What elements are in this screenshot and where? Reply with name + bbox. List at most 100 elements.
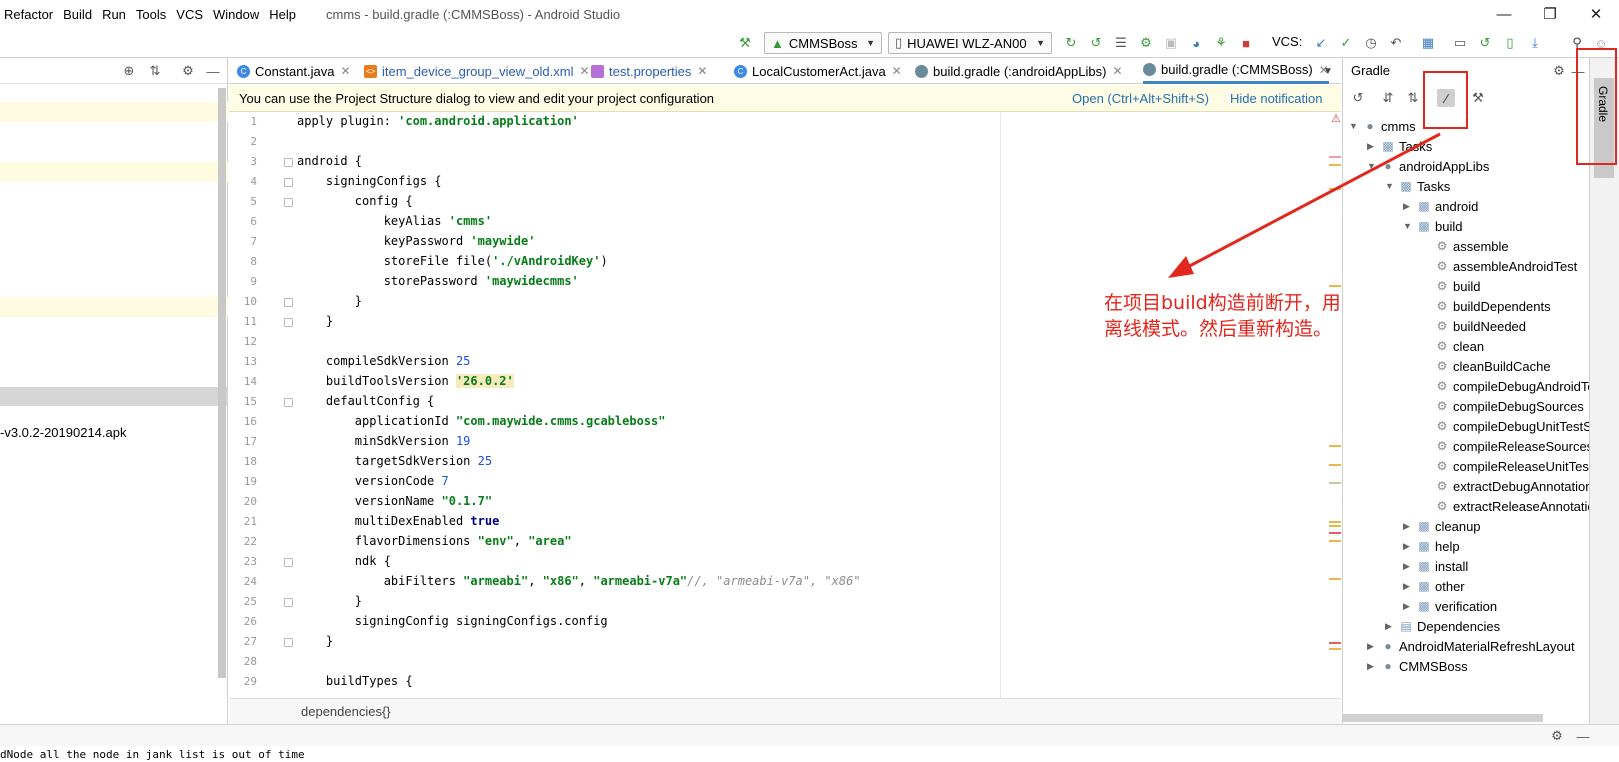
collapsed-arrow-icon[interactable]: ▶ xyxy=(1403,601,1415,612)
code-line[interactable]: targetSdkVersion 25 xyxy=(297,454,492,468)
collapsed-arrow-icon[interactable]: ▶ xyxy=(1367,661,1379,672)
code-line[interactable]: applicationId "com.maywide.cmms.gcablebo… xyxy=(297,414,666,428)
close-tab-icon[interactable]: ✕ xyxy=(892,64,902,78)
tab-item-device-xml[interactable]: <> item_device_group_view_old.xml ✕ xyxy=(364,58,590,84)
fold-marker-icon[interactable] xyxy=(284,598,293,607)
gradle-tree-item[interactable]: ▶ ▩ help xyxy=(1403,536,1460,556)
stop-button[interactable]: ■ xyxy=(1237,34,1255,52)
code-line[interactable]: storePassword 'maywidecmms' xyxy=(297,274,579,288)
gradle-tree-item[interactable]: ⚙ extractDebugAnnotations xyxy=(1421,476,1599,496)
gradle-tree-item[interactable]: ▶ ● CMMSBoss xyxy=(1367,656,1468,676)
gradle-tree-item[interactable]: ⚙ compileReleaseSources xyxy=(1421,436,1594,456)
fold-marker-icon[interactable] xyxy=(284,198,293,207)
tab-list-button[interactable]: ▼ xyxy=(1319,62,1337,80)
gradle-tree-item[interactable]: ▶ ▩ cleanup xyxy=(1403,516,1481,536)
vcs-commit-button[interactable]: ✓ xyxy=(1337,34,1355,52)
collapsed-arrow-icon[interactable]: ▶ xyxy=(1403,581,1415,592)
open-project-structure-link[interactable]: Open (Ctrl+Alt+Shift+S) xyxy=(1072,91,1209,106)
code-line[interactable]: signingConfigs { xyxy=(297,174,442,188)
project-structure-button[interactable]: ▦ xyxy=(1419,34,1437,52)
stripe-mark[interactable] xyxy=(1329,642,1341,644)
gradle-tree-item[interactable]: ⚙ extractReleaseAnnotatio xyxy=(1421,496,1595,516)
code-line[interactable]: ndk { xyxy=(297,554,391,568)
code-line[interactable]: buildTypes { xyxy=(297,674,413,688)
refresh-gradle-button[interactable]: ↺ xyxy=(1349,89,1367,107)
build-scripts-button[interactable]: ⚒ xyxy=(1469,89,1487,107)
stripe-mark[interactable] xyxy=(1329,578,1341,580)
gradle-tree-item[interactable]: ⚙ compileReleaseUnitTestS xyxy=(1421,456,1602,476)
code-line[interactable]: minSdkVersion 19 xyxy=(297,434,471,448)
fold-marker-icon[interactable] xyxy=(284,158,293,167)
expand-all-button[interactable]: ⇵ xyxy=(1379,89,1397,107)
menu-run[interactable]: Run xyxy=(98,7,130,22)
close-tab-icon[interactable]: ✕ xyxy=(341,64,351,78)
code-line[interactable]: apply plugin: 'com.android.application' xyxy=(297,114,579,128)
code-line[interactable]: } xyxy=(297,314,333,328)
gradle-tree-item[interactable]: ⚙ compileDebugAndroidTe xyxy=(1421,376,1595,396)
vertical-scrollbar[interactable] xyxy=(218,88,226,678)
gradle-tree-item[interactable]: ⚙ buildNeeded xyxy=(1421,316,1526,336)
stripe-mark[interactable] xyxy=(1329,540,1341,542)
code-line[interactable]: buildToolsVersion '26.0.2' xyxy=(297,374,514,388)
code-line[interactable]: } xyxy=(297,634,333,648)
gradle-tree-item[interactable]: ⚙ cleanBuildCache xyxy=(1421,356,1551,376)
fold-marker-icon[interactable] xyxy=(284,558,293,567)
hide-notification-link[interactable]: Hide notification xyxy=(1230,91,1323,106)
profile-button[interactable]: ◕ xyxy=(1187,34,1205,52)
hide-panel-button[interactable]: — xyxy=(204,62,222,80)
run-config-select[interactable]: ▲ CMMSBoss ▼ xyxy=(764,32,882,54)
menu-build[interactable]: Build xyxy=(59,7,96,22)
bottom-settings-button[interactable]: ⚙ xyxy=(1548,727,1566,745)
gradle-settings-button[interactable]: ⚙ xyxy=(1550,62,1568,80)
tab-build-gradle-applibs[interactable]: build.gradle (:androidAppLibs) ✕ xyxy=(915,58,1123,84)
code-line[interactable]: versionName "0.1.7" xyxy=(297,494,492,508)
menu-refactor[interactable]: Refactor xyxy=(0,7,57,22)
gradle-tree-item[interactable]: ⚙ compileDebugUnitTestSo xyxy=(1421,416,1599,436)
sdk-download-button[interactable]: ⤓ xyxy=(1526,34,1544,52)
collapse-all-gradle-button[interactable]: ⇅ xyxy=(1404,89,1422,107)
fold-marker-icon[interactable] xyxy=(284,318,293,327)
code-line[interactable]: config { xyxy=(297,194,413,208)
highlighted-row[interactable] xyxy=(0,162,228,182)
collapsed-arrow-icon[interactable]: ▶ xyxy=(1403,541,1415,552)
code-line[interactable]: compileSdkVersion 25 xyxy=(297,354,471,368)
gradle-tree-item[interactable]: ▶ ▩ other xyxy=(1403,576,1465,596)
collapse-all-button[interactable]: ⇅ xyxy=(146,62,164,80)
apk-file-item[interactable]: -v3.0.2-20190214.apk xyxy=(0,425,126,440)
stripe-mark[interactable] xyxy=(1329,445,1341,447)
collapsed-arrow-icon[interactable]: ▶ xyxy=(1367,641,1379,652)
panel-settings-button[interactable]: ⚙ xyxy=(179,62,197,80)
avd-manager-button[interactable]: ▯ xyxy=(1501,34,1519,52)
code-line[interactable]: versionCode 7 xyxy=(297,474,449,488)
fold-marker-icon[interactable] xyxy=(284,178,293,187)
minimize-button[interactable]: — xyxy=(1481,0,1527,28)
code-line[interactable]: } xyxy=(297,294,362,308)
gradle-tree-item[interactable]: ▶ ▩ install xyxy=(1403,556,1468,576)
sdk-manager-button[interactable]: ▭ xyxy=(1451,34,1469,52)
code-line[interactable]: keyPassword 'maywide' xyxy=(297,234,536,248)
fold-marker-icon[interactable] xyxy=(284,398,293,407)
close-tab-icon[interactable]: ✕ xyxy=(697,64,707,78)
code-line[interactable]: multiDexEnabled true xyxy=(297,514,500,528)
collapsed-arrow-icon[interactable]: ▶ xyxy=(1385,621,1397,632)
stripe-mark[interactable] xyxy=(1329,482,1341,484)
tab-localcustomeract-java[interactable]: C LocalCustomerAct.java ✕ xyxy=(734,58,902,84)
debug-attach-button[interactable]: ⚘ xyxy=(1212,34,1230,52)
close-tab-icon[interactable]: ✕ xyxy=(580,64,590,78)
code-line[interactable]: signingConfig signingConfigs.config xyxy=(297,614,608,628)
gradle-tree-item[interactable]: ▶ ▩ verification xyxy=(1403,596,1497,616)
vcs-update-button[interactable]: ↙ xyxy=(1312,34,1330,52)
apply-changes-button[interactable]: ↻ xyxy=(1062,34,1080,52)
bottom-hide-button[interactable]: — xyxy=(1574,727,1592,745)
gradle-tree-item[interactable]: ⚙ compileDebugSources xyxy=(1421,396,1584,416)
tab-test-properties[interactable]: test.properties ✕ xyxy=(591,58,707,84)
code-line[interactable]: android { xyxy=(297,154,362,168)
gradle-tree-item[interactable]: ▶ ▤ Dependencies xyxy=(1385,616,1500,636)
error-indicator-icon[interactable]: ⚠ xyxy=(1331,112,1341,125)
code-line[interactable]: flavorDimensions "env", "area" xyxy=(297,534,572,548)
run-coverage-button[interactable]: ☰ xyxy=(1112,34,1130,52)
highlighted-row[interactable] xyxy=(0,297,228,317)
fold-marker-icon[interactable] xyxy=(284,298,293,307)
debug-button[interactable]: ⚙ xyxy=(1137,34,1155,52)
collapsed-arrow-icon[interactable]: ▶ xyxy=(1403,521,1415,532)
